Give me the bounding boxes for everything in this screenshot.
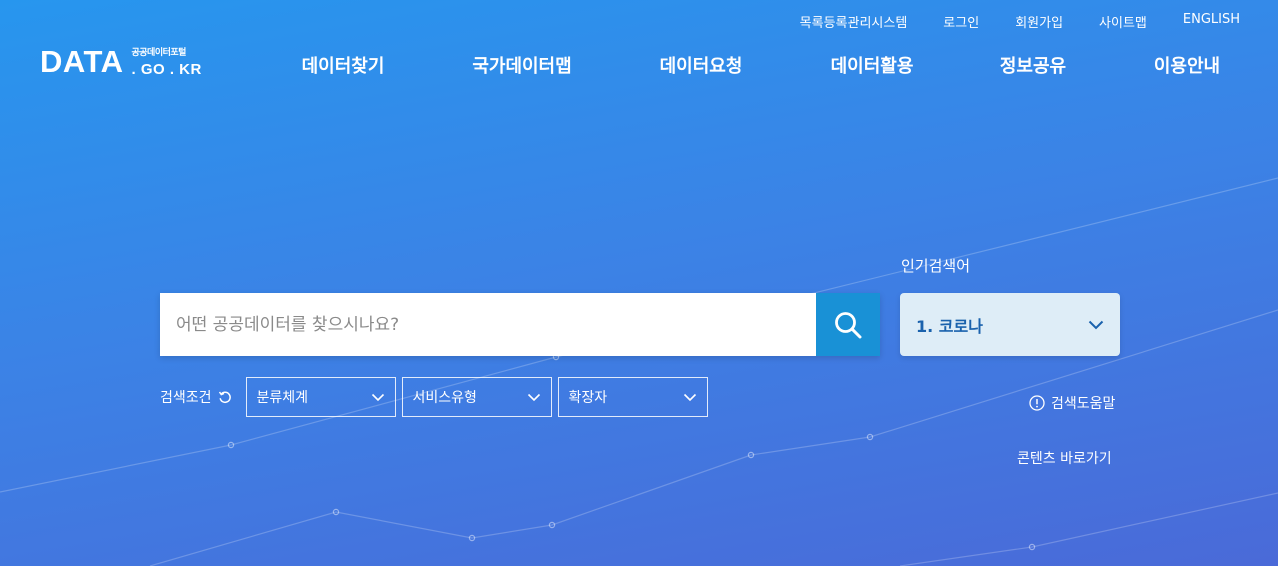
nav-data-request[interactable]: 데이터요청: [660, 52, 743, 78]
chevron-down-icon: [371, 393, 385, 402]
filter-select-category-label: 분류체계: [256, 390, 309, 406]
util-link-login[interactable]: 로그인: [943, 12, 979, 31]
search-help-link[interactable]: 검색도움말: [1029, 393, 1115, 413]
utility-nav: 목록등록관리시스템 로그인 회원가입 사이트맵 ENGLISH: [764, 12, 1240, 31]
nav-info-sharing[interactable]: 정보공유: [1000, 52, 1066, 78]
util-link-english[interactable]: ENGLISH: [1183, 12, 1240, 31]
nav-national-data-map[interactable]: 국가데이터맵: [472, 52, 571, 78]
nav-find-data[interactable]: 데이터찾기: [302, 52, 385, 78]
search-icon: [833, 310, 863, 340]
chevron-down-icon: [1088, 320, 1104, 330]
search-help-text: 검색도움말: [1051, 396, 1116, 412]
search-button[interactable]: [816, 293, 880, 356]
main-nav: 데이터찾기 국가데이터맵 데이터요청 데이터활용 정보공유 이용안내: [0, 52, 1278, 78]
filter-select-service-type-label: 서비스유형: [412, 390, 477, 406]
filter-select-service-type[interactable]: 서비스유형: [401, 377, 552, 417]
util-link-signup[interactable]: 회원가입: [1015, 12, 1063, 31]
search-input[interactable]: [160, 293, 816, 356]
filter-label[interactable]: 검색조건: [160, 387, 232, 407]
util-link-sitemap[interactable]: 사이트맵: [1099, 12, 1147, 31]
nav-data-usage[interactable]: 데이터활용: [831, 52, 914, 78]
filter-select-extension[interactable]: 확장자: [557, 377, 708, 417]
chevron-down-icon: [683, 393, 697, 402]
filter-select-category[interactable]: 분류체계: [245, 377, 396, 417]
contents-shortcut-link[interactable]: 콘텐츠 바로가기: [1017, 448, 1112, 468]
filter-label-text: 검색조건: [160, 390, 212, 406]
util-link-catalog-system[interactable]: 목록등록관리시스템: [800, 12, 908, 31]
nav-guide[interactable]: 이용안내: [1154, 52, 1220, 78]
search-box: [160, 293, 880, 356]
info-icon: [1029, 395, 1045, 411]
popular-search-label: 인기검색어: [901, 257, 971, 275]
chevron-down-icon: [527, 393, 541, 402]
background-lines: [0, 177, 1278, 566]
popular-keyword-value: 1. 코로나: [916, 316, 983, 336]
reset-icon: [218, 390, 232, 404]
search-filters: 검색조건 분류체계 서비스유형 확장자: [160, 377, 714, 417]
popular-keyword-select[interactable]: 1. 코로나: [900, 293, 1120, 356]
filter-select-extension-label: 확장자: [568, 390, 608, 406]
